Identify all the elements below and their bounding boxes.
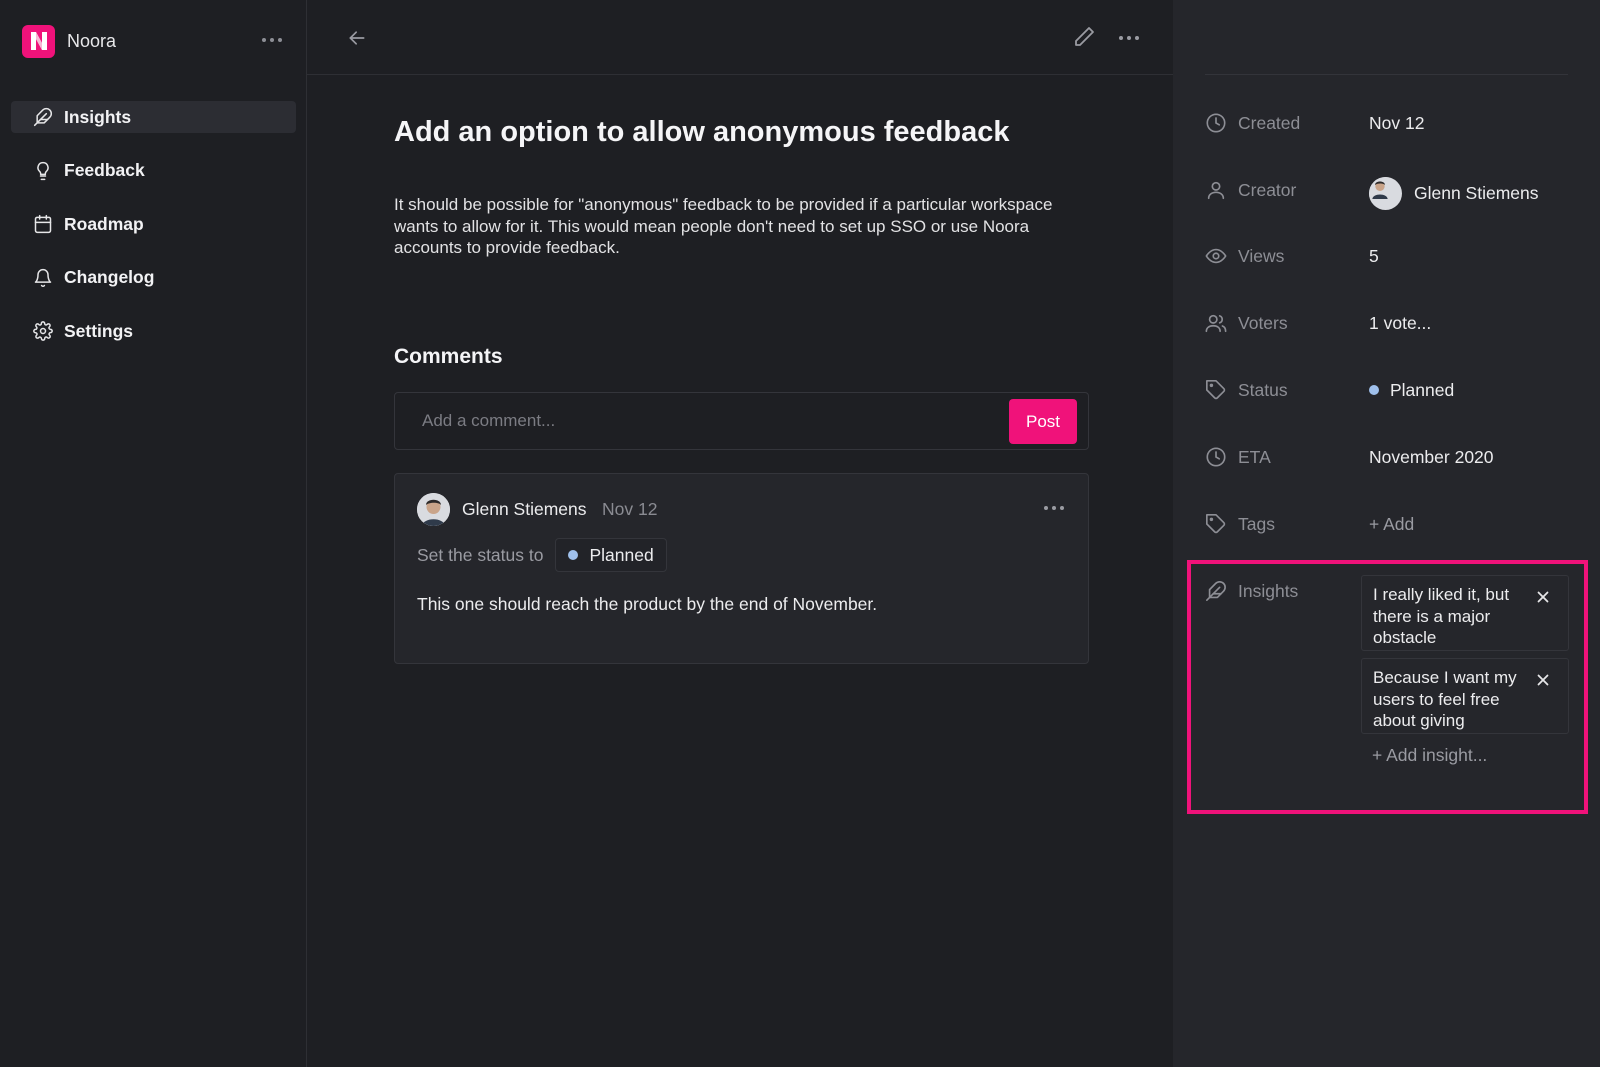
more-horizontal-icon[interactable]: [1117, 26, 1141, 50]
bell-icon: [34, 268, 52, 287]
panel-divider: [1205, 74, 1568, 75]
gear-icon: [33, 321, 53, 341]
status-change-text: Set the status to: [417, 544, 544, 565]
avatar: [417, 493, 450, 526]
post-button[interactable]: Post: [1009, 399, 1077, 444]
main-content: Add an option to allow anonymous feedbac…: [307, 0, 1173, 1067]
more-horizontal-icon[interactable]: [1042, 498, 1066, 518]
property-creator: Creator Glenn Stiemens: [1205, 175, 1585, 210]
property-label: Voters: [1238, 312, 1288, 333]
sidebar-item-label: Changelog: [64, 267, 155, 287]
status-dot-icon: [1369, 385, 1379, 395]
user-icon: [1207, 181, 1225, 200]
pencil-icon[interactable]: [1071, 24, 1097, 50]
property-voters: Voters 1 vote...: [1205, 308, 1585, 338]
sidebar-item-settings[interactable]: Settings: [11, 315, 296, 347]
clock-icon: [1206, 113, 1226, 133]
lightbulb-icon: [37, 161, 49, 180]
status-dot-icon: [568, 550, 579, 560]
sidebar-nav: Insights Feedback Roadmap Changelog Sett…: [11, 101, 296, 369]
clock-icon: [1206, 447, 1226, 467]
property-label: Tags: [1238, 513, 1275, 534]
status-change-line: Set the status to Planned: [417, 538, 667, 572]
avatar: [1369, 177, 1402, 210]
property-label: Status: [1238, 379, 1288, 400]
property-views: Views 5: [1205, 241, 1585, 271]
status-badge: Planned: [555, 538, 667, 572]
noora-logo: [22, 24, 55, 58]
eta-value[interactable]: November 2020: [1369, 447, 1494, 468]
comment-input[interactable]: [396, 394, 996, 448]
property-label: Views: [1238, 245, 1285, 266]
comment-date: Nov 12: [602, 499, 658, 519]
post-title: Add an option to allow anonymous feedbac…: [394, 116, 1010, 148]
calendar-icon: [34, 214, 52, 234]
sidebar-item-roadmap[interactable]: Roadmap: [11, 208, 296, 240]
back-arrow-icon[interactable]: [345, 26, 369, 50]
creator-value[interactable]: Glenn Stiemens: [1369, 177, 1539, 210]
comment-composer: Post: [394, 392, 1089, 450]
workspace-name: Noora: [67, 30, 117, 51]
eye-icon: [1205, 248, 1227, 264]
users-icon: [1205, 314, 1227, 333]
sidebar-item-label: Roadmap: [64, 213, 144, 234]
status-label: Planned: [1390, 379, 1455, 400]
comments-heading: Comments: [394, 345, 503, 368]
views-value: 5: [1369, 245, 1379, 266]
property-eta: ETA November 2020: [1205, 442, 1585, 472]
sidebar-item-label: Settings: [64, 320, 134, 341]
sidebar-item-changelog[interactable]: Changelog: [11, 262, 296, 294]
sidebar-item-insights[interactable]: Insights: [11, 101, 296, 133]
property-label: Created: [1238, 112, 1301, 133]
insights-highlight-frame: [1187, 560, 1588, 814]
add-tag-button[interactable]: + Add: [1369, 514, 1414, 535]
comment-card: Glenn Stiemens Nov 12 Set the status to …: [394, 473, 1089, 664]
more-horizontal-icon[interactable]: [260, 30, 284, 50]
sidebar-item-label: Feedback: [64, 160, 145, 180]
sidebar-item-feedback[interactable]: Feedback: [11, 155, 296, 187]
feather-icon: [33, 107, 53, 127]
tag-icon: [1206, 380, 1226, 400]
property-label: ETA: [1238, 446, 1271, 467]
voters-value[interactable]: 1 vote...: [1369, 313, 1431, 334]
property-tags: Tags + Add: [1205, 509, 1585, 539]
sidebar: Noora Insights Feedback Roadmap Changelo…: [0, 0, 307, 1067]
workspace-switcher[interactable]: Noora: [22, 24, 284, 58]
main-toolbar: [307, 0, 1173, 75]
sidebar-item-label: Insights: [64, 106, 132, 127]
post-description: It should be possible for "anonymous" fe…: [394, 195, 1053, 257]
status-value[interactable]: Planned: [1369, 380, 1454, 401]
property-created: Created Nov 12: [1205, 108, 1585, 138]
property-label: Creator: [1238, 179, 1297, 200]
properties-panel: Created Nov 12 Creator Glenn Stiemens Vi…: [1173, 0, 1600, 1067]
comment-author[interactable]: Glenn Stiemens: [462, 499, 587, 520]
created-value: Nov 12: [1369, 112, 1425, 133]
creator-name: Glenn Stiemens: [1414, 183, 1539, 203]
tag-icon: [1206, 514, 1226, 534]
status-badge-label: Planned: [589, 544, 654, 565]
property-status: Status Planned: [1205, 375, 1585, 405]
comment-body: This one should reach the product by the…: [417, 594, 878, 614]
